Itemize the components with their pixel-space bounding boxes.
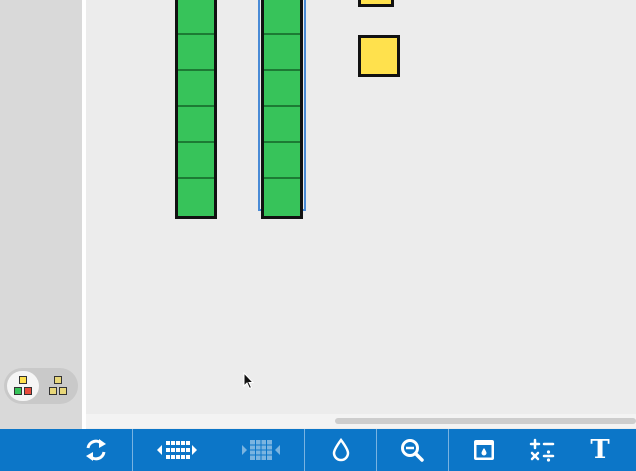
- rod-cell: [178, 143, 214, 179]
- rod-cell: [178, 107, 214, 143]
- colored-cubes-icon[interactable]: [7, 371, 39, 401]
- rod-cell: [178, 35, 214, 71]
- rod-cell: [264, 107, 300, 143]
- group-cubes-button[interactable]: [133, 429, 221, 471]
- rod-cell: [264, 0, 300, 35]
- refresh-button[interactable]: [60, 429, 132, 471]
- rod-cell: [264, 71, 300, 107]
- yellow-square-icon: [49, 387, 57, 395]
- rod-cell: [178, 71, 214, 107]
- yellow-cubes-icon[interactable]: [42, 371, 74, 401]
- rod-cell: [264, 143, 300, 179]
- unit-cube-1[interactable]: [358, 0, 394, 7]
- operations-icon: [529, 438, 555, 462]
- rod-cell: [264, 179, 300, 216]
- ten-rod-2[interactable]: [261, 0, 303, 219]
- app-window: T: [0, 0, 636, 471]
- rod-cell: [178, 0, 214, 35]
- refresh-icon: [86, 439, 106, 461]
- yellow-square-icon: [59, 387, 67, 395]
- left-panel: [0, 0, 82, 429]
- show-hide-button[interactable]: [449, 429, 519, 471]
- ten-rod-1[interactable]: [175, 0, 217, 219]
- ungroup-cubes-button[interactable]: [221, 429, 303, 471]
- zoom-out-icon: [401, 439, 424, 462]
- yellow-square-icon: [19, 376, 27, 384]
- mouse-cursor-icon: [243, 372, 255, 390]
- text-tool-icon: T: [590, 435, 610, 465]
- ungroup-cubes-icon: [242, 440, 280, 460]
- unit-cube-2[interactable]: [358, 35, 400, 77]
- yellow-square-icon: [54, 376, 62, 384]
- group-cubes-icon: [157, 441, 197, 459]
- horizontal-scrollbar-thumb[interactable]: [335, 418, 636, 424]
- rod-cell: [264, 35, 300, 71]
- palette-toggle[interactable]: [4, 368, 78, 404]
- zoom-out-button[interactable]: [377, 429, 447, 471]
- color-drop-icon: [332, 438, 349, 462]
- bottom-toolbar: T: [0, 429, 636, 471]
- show-hide-icon: [474, 440, 494, 460]
- rod-cell: [178, 179, 214, 216]
- red-square-icon: [24, 387, 32, 395]
- text-tool-button[interactable]: T: [575, 429, 625, 471]
- operations-button[interactable]: [519, 429, 565, 471]
- green-square-icon: [14, 387, 22, 395]
- color-button[interactable]: [305, 429, 376, 471]
